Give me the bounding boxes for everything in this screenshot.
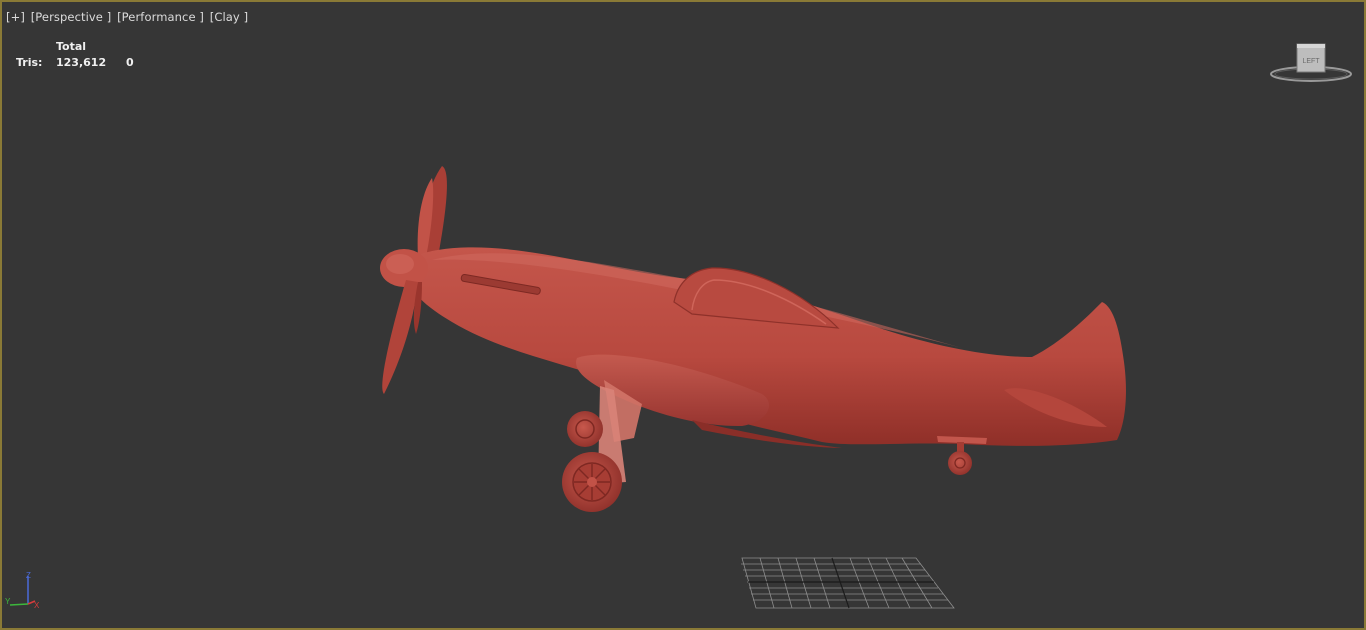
airplane-model[interactable] — [2, 2, 1364, 628]
perspective-viewport[interactable]: [+] [Perspective ] [Performance ] [Clay … — [0, 0, 1366, 630]
axis-z-label: Z — [26, 571, 31, 580]
axis-tripod: Z Y X — [5, 571, 40, 610]
tail-wheel — [948, 451, 972, 475]
home-grid — [741, 557, 955, 609]
fuselage — [402, 247, 1126, 446]
axis-y-line — [9, 603, 29, 606]
main-wheel-near — [562, 452, 622, 512]
axis-x-label: X — [34, 601, 40, 610]
main-wheel-far — [567, 411, 603, 447]
propeller-blade-bottom — [382, 280, 418, 394]
axis-y-label: Y — [5, 597, 11, 606]
